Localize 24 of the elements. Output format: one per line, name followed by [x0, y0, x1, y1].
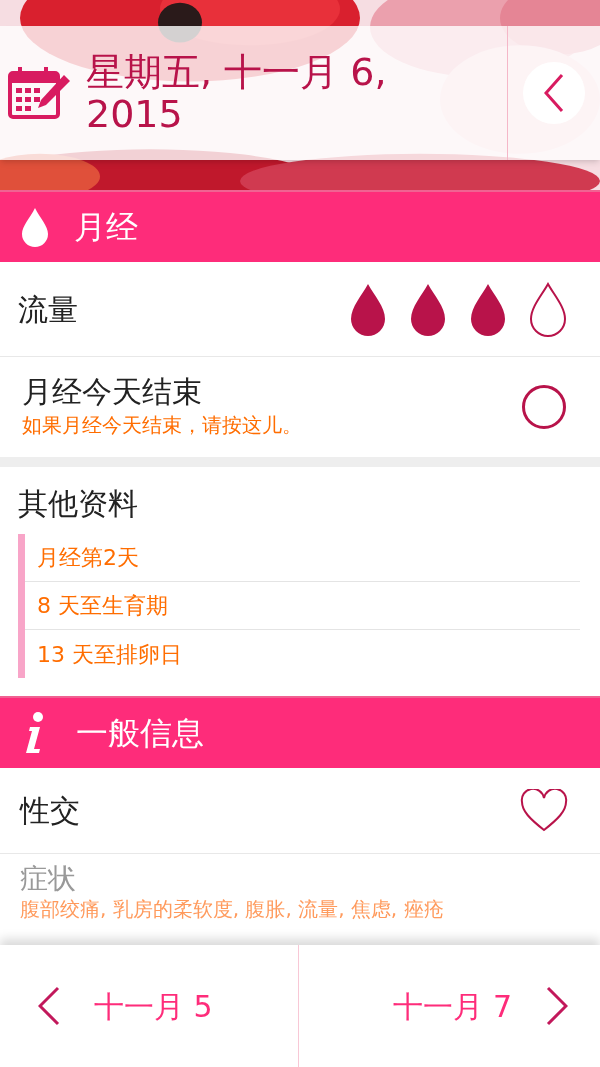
chevron-left-icon — [38, 986, 60, 1026]
empty-drop-icon[interactable] — [528, 281, 568, 337]
row-label: 月经今天结束 — [22, 374, 203, 410]
date-title: 星期五, 十一月 6, 2015 — [86, 51, 388, 135]
info-icon — [24, 711, 46, 755]
radio-button[interactable] — [522, 385, 566, 429]
flow-label: 流量 — [18, 290, 78, 329]
info-item: 月经第2天 — [37, 544, 139, 572]
calendar-edit-icon — [8, 65, 72, 121]
section-title: 月经 — [74, 207, 138, 248]
intercourse-label: 性交 — [20, 792, 80, 830]
chevron-left-icon — [544, 73, 564, 113]
other-info-title: 其他资料 — [18, 485, 139, 523]
previous-day-button[interactable]: 十一月 5 — [0, 945, 299, 1067]
chevron-right-icon — [546, 986, 568, 1026]
heart-icon[interactable] — [520, 788, 568, 833]
info-item: 8 天至生育期 — [37, 592, 168, 620]
info-item: 13 天至排卵日 — [37, 640, 182, 669]
section-title: 一般信息 — [76, 713, 204, 754]
symptoms-label: 症状 — [20, 862, 76, 896]
symptoms-value: 腹部绞痛, 乳房的柔软度, 腹胀, 流量, 焦虑, 痤疮 — [20, 896, 445, 922]
row-hint: 如果月经今天结束，请按这儿。 — [22, 412, 302, 439]
next-day-button[interactable]: 十一月 7 — [299, 945, 600, 1067]
drop-icon — [20, 206, 50, 248]
